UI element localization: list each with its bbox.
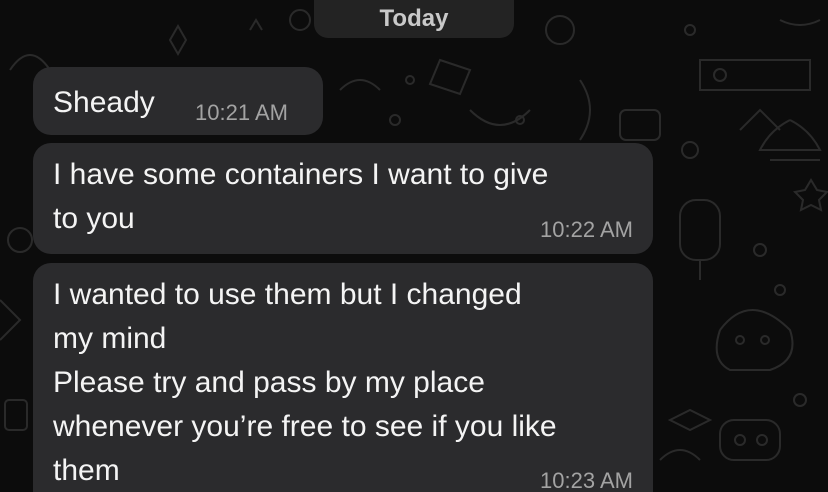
chat-view[interactable]: Today Sheady 10:21 AM I have some contai…	[0, 0, 828, 492]
message-timestamp: 10:23 AM	[540, 468, 633, 492]
message-bubble[interactable]: I have some containers I want to give to…	[33, 143, 653, 254]
message-text: I wanted to use them but I changed	[53, 278, 522, 311]
message-text: I have some containers I want to give	[53, 158, 549, 191]
message-bubble[interactable]: Sheady 10:21 AM	[33, 67, 323, 135]
message-bubble[interactable]: I wanted to use them but I changed my mi…	[33, 263, 653, 492]
message-text: Sheady	[53, 86, 155, 119]
message-text: Please try and pass by my place	[53, 366, 485, 399]
message-timestamp: 10:22 AM	[540, 217, 633, 242]
message-timestamp: 10:21 AM	[195, 100, 288, 125]
date-divider: Today	[314, 0, 514, 38]
message-text: whenever you’re free to see if you like	[53, 410, 557, 443]
message-text: my mind	[53, 322, 167, 355]
